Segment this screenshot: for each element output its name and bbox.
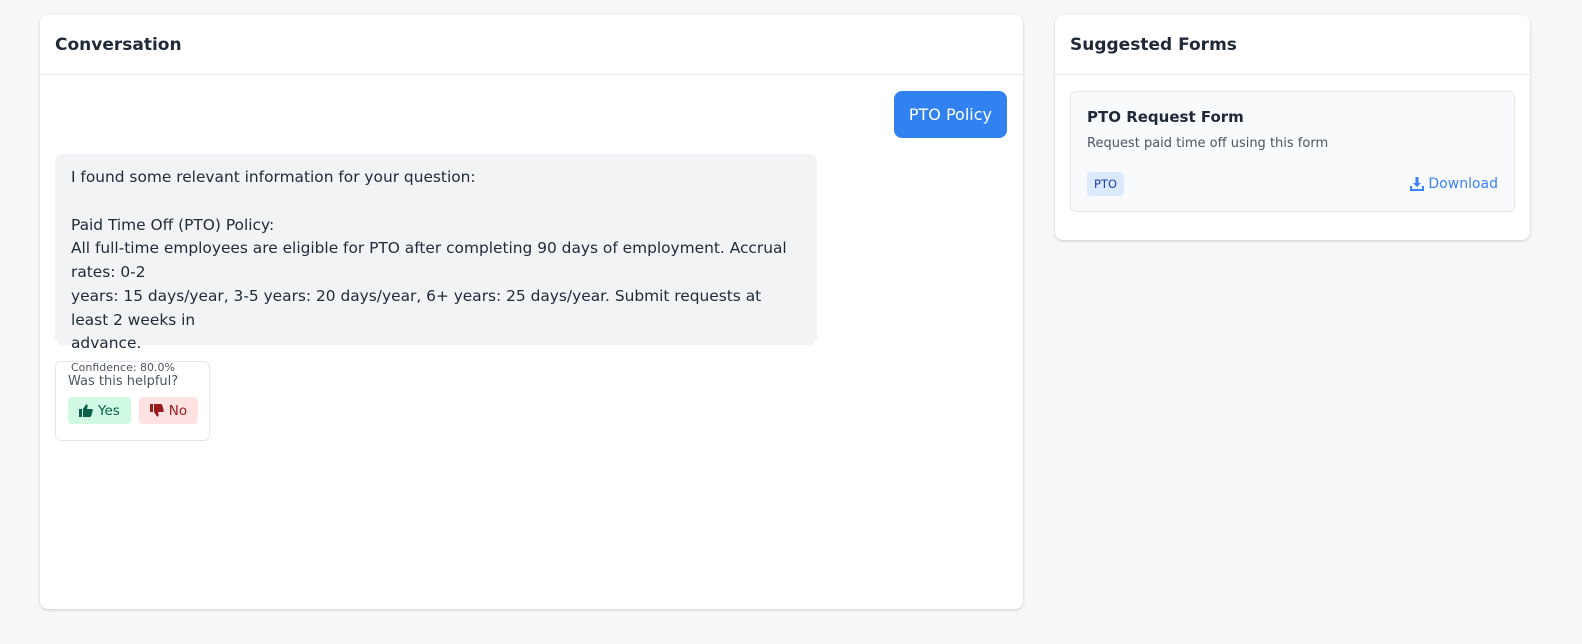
feedback-box: Was this helpful? Yes No bbox=[55, 361, 210, 441]
download-link[interactable]: Download bbox=[1410, 176, 1498, 192]
bot-message-spacer bbox=[71, 190, 801, 214]
form-footer: PTO Download bbox=[1087, 172, 1498, 196]
bot-message-heading: Paid Time Off (PTO) Policy: bbox=[71, 215, 275, 234]
conversation-panel: Conversation PTO Policy I found some rel… bbox=[40, 15, 1023, 609]
feedback-question: Was this helpful? bbox=[68, 374, 179, 389]
feedback-yes-label: Yes bbox=[98, 402, 120, 419]
bot-message-body-line: All full-time employees are eligible for… bbox=[71, 239, 787, 282]
bot-message-bubble: I found some relevant information for yo… bbox=[55, 154, 817, 374]
feedback-no-button[interactable]: No bbox=[138, 397, 199, 424]
download-label: Download bbox=[1428, 176, 1498, 192]
feedback-buttons: Yes No bbox=[68, 397, 199, 424]
form-description: Request paid time off using this form bbox=[1087, 136, 1329, 151]
feedback-yes-button[interactable]: Yes bbox=[68, 397, 131, 424]
form-card: PTO Request Form Request paid time off u… bbox=[1070, 91, 1515, 212]
thumbs-down-icon bbox=[149, 404, 164, 417]
bot-message-body-line: years: 15 days/year, 3-5 years: 20 days/… bbox=[71, 286, 762, 329]
suggested-forms-title: Suggested Forms bbox=[1055, 15, 1530, 75]
bot-message-body-line: advance. bbox=[71, 334, 142, 353]
suggested-forms-panel: Suggested Forms PTO Request Form Request… bbox=[1055, 15, 1530, 240]
download-icon bbox=[1410, 177, 1425, 191]
bot-message-intro: I found some relevant information for yo… bbox=[71, 168, 476, 186]
thumbs-up-icon bbox=[79, 404, 93, 417]
user-message-bubble: PTO Policy bbox=[893, 91, 1007, 138]
feedback-no-label: No bbox=[168, 402, 188, 419]
form-tag: PTO bbox=[1087, 172, 1125, 196]
conversation-title: Conversation bbox=[40, 15, 1023, 75]
form-title: PTO Request Form bbox=[1087, 108, 1244, 126]
